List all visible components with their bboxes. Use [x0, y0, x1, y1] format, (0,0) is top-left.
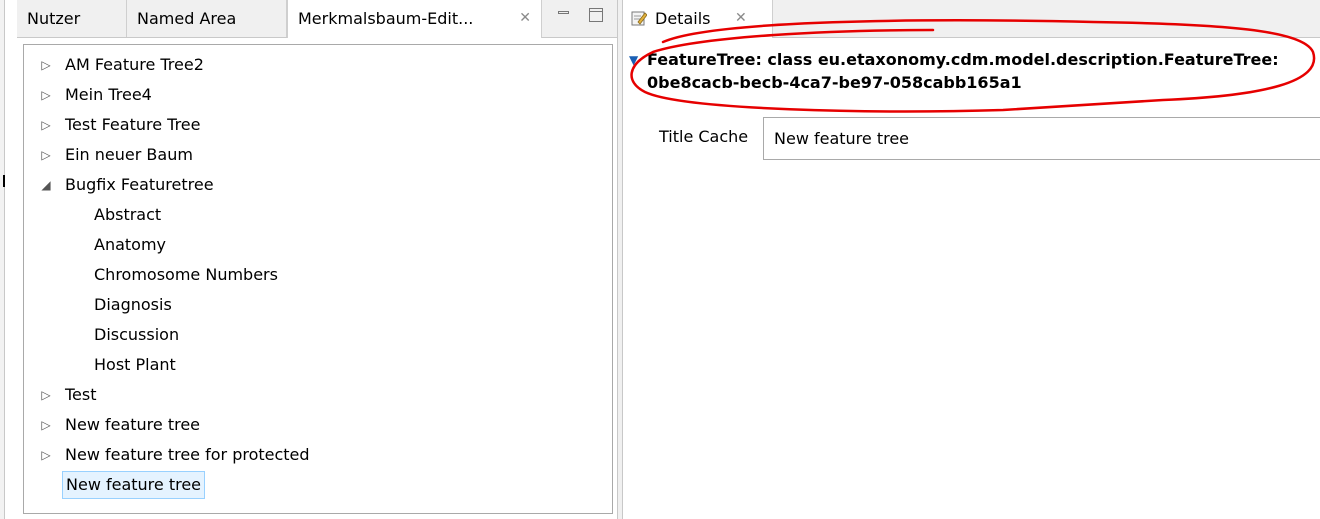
collapse-arrow-icon[interactable]: ◢ [38, 170, 54, 200]
section-expanded-icon[interactable]: ▼ [629, 49, 638, 72]
left-tab-bar: Nutzer Named Area Merkmalsbaum-Edit... ✕ [17, 0, 617, 38]
minimize-icon[interactable] [557, 8, 571, 22]
close-icon[interactable]: ✕ [735, 0, 747, 37]
expand-arrow-icon[interactable]: ▷ [38, 380, 54, 410]
maximize-icon[interactable] [589, 8, 603, 22]
tree-item-label: Test Feature Tree [65, 115, 201, 134]
close-icon[interactable]: ✕ [519, 0, 531, 37]
expand-arrow-icon[interactable]: ▷ [38, 140, 54, 170]
tree-item-label: Ein neuer Baum [65, 145, 193, 164]
tab-named-area[interactable]: Named Area [127, 0, 287, 37]
expand-arrow-icon[interactable]: ▷ [38, 410, 54, 440]
details-editor-icon [631, 11, 647, 26]
tab-details[interactable]: Details ✕ [623, 0, 773, 38]
tab-merkmalsbaum-editor[interactable]: Merkmalsbaum-Edit... ✕ [287, 0, 542, 38]
section-title-line2: 0be8cacb-becb-4ca7-be97-058cabb165a1 [647, 73, 1022, 92]
tab-label: Merkmalsbaum-Edit... [298, 9, 474, 28]
details-panel: Details ✕ ▼ FeatureTree: class eu.etaxon… [623, 0, 1320, 519]
expand-arrow-icon[interactable]: ▷ [38, 440, 54, 470]
title-cache-label: Title Cache [659, 127, 749, 146]
expand-arrow-icon[interactable]: ▷ [38, 110, 54, 140]
title-cache-input[interactable]: New feature tree [763, 117, 1320, 160]
left-edge-strip [0, 0, 5, 519]
tree-item-label: New feature tree [65, 415, 201, 434]
resize-marker [3, 175, 5, 187]
tree-item-label: Diagnosis [94, 295, 172, 314]
tab-label: Named Area [137, 9, 237, 28]
expand-arrow-icon[interactable]: ▷ [38, 50, 54, 80]
tree-item-label: Abstract [94, 205, 162, 224]
tree-item-label: Mein Tree4 [65, 85, 152, 104]
tree-item-label: Bugfix Featuretree [65, 175, 214, 194]
tree-item-label: Host Plant [94, 355, 176, 374]
tree-item-label: Anatomy [94, 235, 167, 254]
tree-item-label: Discussion [94, 325, 180, 344]
tree-item-label: New feature tree for protected [65, 445, 310, 464]
expand-arrow-icon[interactable]: ▷ [38, 80, 54, 110]
tree-item-label: AM Feature Tree2 [65, 55, 204, 74]
feature-tree-panel: Nutzer Named Area Merkmalsbaum-Edit... ✕… [17, 0, 617, 519]
right-tab-bar: Details ✕ [623, 0, 1320, 38]
tab-label: Nutzer [27, 9, 81, 28]
tree-item-label: Test [65, 385, 97, 404]
tree-item-label: New feature tree [62, 471, 206, 499]
feature-tree[interactable]: ▷ AM Feature Tree2 ▷ Mein Tree4 ▷ Test Feat… [23, 44, 613, 514]
tree-item-label: Chromosome Numbers [94, 265, 278, 284]
tab-nutzer[interactable]: Nutzer [17, 0, 127, 37]
tab-label: Details [655, 9, 711, 28]
section-title-line1: FeatureTree: class eu.etaxonomy.cdm.mode… [647, 50, 1279, 69]
